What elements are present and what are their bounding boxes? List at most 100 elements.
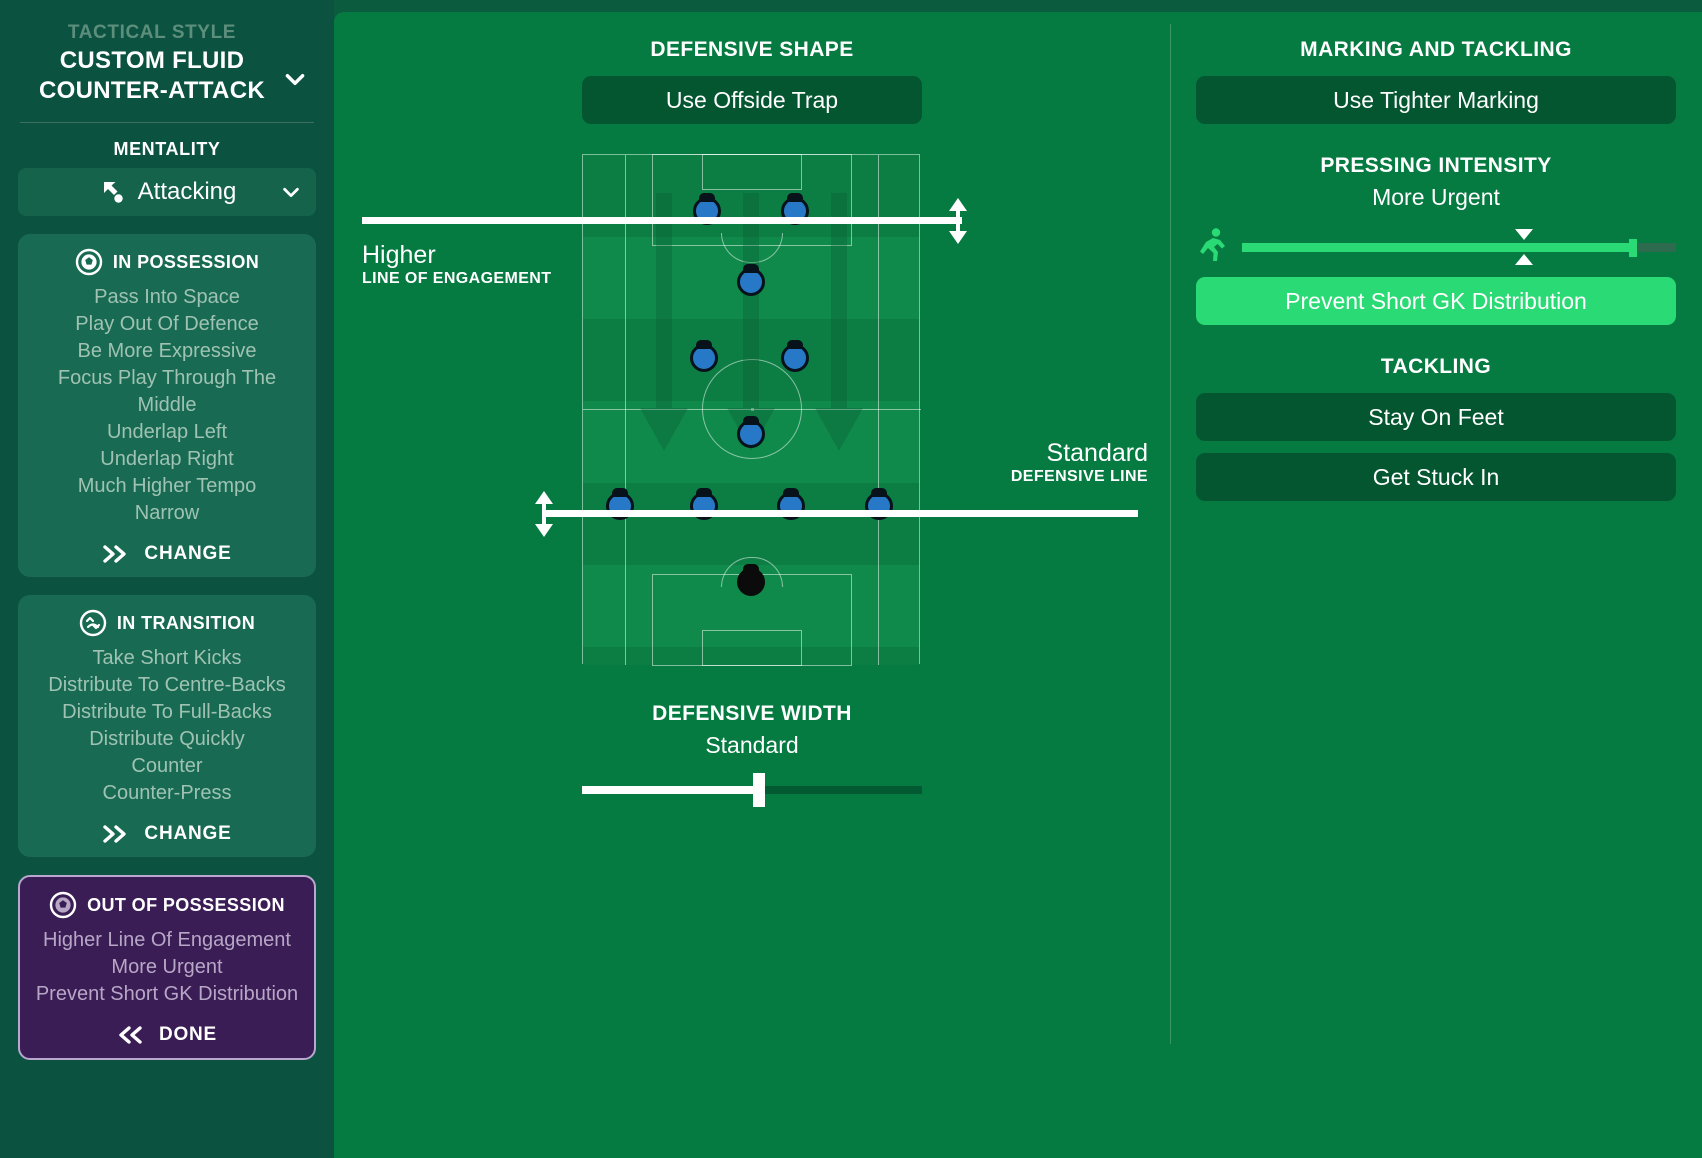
double-chevron-right-icon: [102, 824, 130, 844]
goalkeeper-token[interactable]: [737, 563, 765, 596]
prevent-short-gk-distribution-button[interactable]: Prevent Short GK Distribution: [1196, 277, 1676, 325]
pitch-diagram[interactable]: [582, 154, 921, 666]
tactical-style-kicker: TACTICAL STYLE: [67, 22, 237, 43]
six-yard-box-top: [702, 154, 802, 190]
chevron-down-icon[interactable]: [282, 66, 308, 92]
double-chevron-right-icon: [102, 544, 130, 564]
tactics-screen: TACTICAL STYLE CUSTOM FLUID COUNTER-ATTA…: [0, 0, 1702, 1158]
panel-in-possession: IN POSSESSION Pass Into Space Play Out O…: [18, 234, 316, 577]
defensive-width-slider[interactable]: [582, 773, 922, 807]
pitch-line-vertical-right: [878, 155, 879, 665]
list-item: Take Short Kicks: [92, 647, 242, 669]
get-stuck-in-button[interactable]: Get Stuck In: [1196, 453, 1676, 501]
defensive-line-handle[interactable]: [532, 491, 556, 537]
slider-handle-end[interactable]: [1628, 239, 1637, 257]
panel-title: IN POSSESSION: [112, 251, 260, 272]
player-token[interactable]: [737, 264, 765, 296]
slider-fill: [582, 786, 759, 794]
change-label: CHANGE: [144, 543, 232, 564]
line-of-engagement-caption: LINE OF ENGAGEMENT: [362, 270, 552, 287]
player-token[interactable]: [780, 340, 809, 373]
line-of-engagement-label: Higher LINE OF ENGAGEMENT: [362, 240, 551, 288]
ball-icon: [75, 248, 103, 276]
change-label: CHANGE: [144, 823, 232, 844]
player-token[interactable]: [737, 416, 765, 449]
defensive-line-label: Standard DEFENSIVE LINE: [828, 438, 1148, 486]
change-in-possession-button[interactable]: CHANGE: [28, 543, 306, 565]
tackling-title: TACKLING: [1380, 355, 1492, 378]
list-item: Distribute Quickly: [89, 728, 245, 750]
defensive-width-title: DEFENSIVE WIDTH: [652, 702, 852, 725]
mentality-value: Attacking: [137, 178, 237, 205]
shape-arrow-right-icon: [813, 193, 865, 453]
panel-out-of-possession: OUT OF POSSESSION Higher Line Of Engagem…: [18, 875, 316, 1060]
change-in-transition-button[interactable]: CHANGE: [28, 823, 306, 845]
list-item: Focus Play Through The Middle: [57, 367, 277, 416]
list-item: Higher Line Of Engagement: [43, 929, 291, 951]
defensive-line-marker[interactable]: [542, 510, 1138, 517]
mentality-label: MENTALITY: [113, 139, 221, 159]
line-of-engagement-value: Higher: [362, 241, 436, 269]
pitch-line-vertical-left: [625, 155, 626, 665]
sidebar-divider: [20, 122, 314, 123]
panel-header: IN TRANSITION: [28, 609, 306, 637]
line-of-engagement-marker[interactable]: [362, 217, 962, 224]
tactical-style-title-line2: COUNTER-ATTACK: [39, 77, 265, 104]
panel-header: IN POSSESSION: [28, 248, 306, 276]
panel-item-list: Higher Line Of Engagement More Urgent Pr…: [30, 927, 304, 1008]
list-item: Distribute To Centre-Backs: [48, 674, 286, 696]
list-item: Narrow: [134, 502, 200, 524]
pressing-intensity-value: More Urgent: [1372, 184, 1500, 210]
marking-tackling-panel: MARKING AND TACKLING Use Tighter Marking…: [1170, 12, 1702, 1158]
panel-item-list: Take Short Kicks Distribute To Centre-Ba…: [28, 645, 306, 807]
six-yard-box-bottom: [702, 630, 802, 666]
line-of-engagement-handle[interactable]: [946, 198, 970, 244]
defensive-shape-header: DEFENSIVE SHAPE Use Offside Trap: [334, 38, 1170, 124]
list-item: Play Out Of Defence: [75, 313, 259, 335]
panel-divider: [1170, 24, 1171, 1044]
done-button[interactable]: DONE: [30, 1024, 304, 1046]
list-item: Much Higher Tempo: [77, 475, 257, 497]
list-item: Counter: [131, 755, 203, 777]
double-chevron-left-icon: [117, 1025, 145, 1045]
list-item: Pass Into Space: [94, 286, 240, 308]
slider-track-wrap[interactable]: [1242, 223, 1676, 271]
slider-fill: [1242, 243, 1633, 252]
player-token[interactable]: [689, 340, 718, 373]
list-item: Underlap Left: [106, 421, 228, 443]
defensive-width-value: Standard: [705, 732, 799, 758]
attacking-arrow-icon: [98, 178, 126, 206]
list-item: More Urgent: [111, 956, 223, 978]
running-player-icon: [1196, 227, 1230, 267]
defensive-line-value: Standard: [1046, 439, 1148, 467]
slider-marker-up-icon[interactable]: [1515, 229, 1534, 240]
use-offside-trap-button[interactable]: Use Offside Trap: [582, 76, 922, 124]
done-label: DONE: [158, 1024, 218, 1045]
panel-title: OUT OF POSSESSION: [87, 894, 285, 915]
pressing-intensity-title: PRESSING INTENSITY: [1320, 154, 1552, 177]
mentality-selector[interactable]: Attacking: [18, 168, 316, 216]
panel-in-transition: IN TRANSITION Take Short Kicks Distribut…: [18, 595, 316, 857]
shape-arrow-centre-icon: [725, 193, 777, 453]
chevron-down-icon[interactable]: [280, 181, 302, 203]
list-item: Distribute To Full-Backs: [62, 701, 272, 723]
tactical-style-title-line1: CUSTOM FLUID: [59, 47, 245, 74]
pressing-intensity-slider[interactable]: [1196, 223, 1676, 271]
panel-header: OUT OF POSSESSION: [30, 891, 304, 919]
list-item: Prevent Short GK Distribution: [35, 983, 299, 1005]
ball-icon: [49, 891, 77, 919]
shape-arrow-left-icon: [638, 193, 690, 453]
list-item: Counter-Press: [102, 782, 232, 804]
panel-title: IN TRANSITION: [116, 612, 256, 633]
defensive-line-caption: DEFENSIVE LINE: [1010, 468, 1148, 485]
transition-icon: [79, 609, 107, 637]
panel-item-list: Pass Into Space Play Out Of Defence Be M…: [28, 284, 306, 527]
tactical-style-block[interactable]: TACTICAL STYLE CUSTOM FLUID COUNTER-ATTA…: [18, 14, 316, 116]
slider-marker-down-icon[interactable]: [1515, 254, 1534, 265]
stay-on-feet-button[interactable]: Stay On Feet: [1196, 393, 1676, 441]
use-tighter-marking-button[interactable]: Use Tighter Marking: [1196, 76, 1676, 124]
defensive-shape-title: DEFENSIVE SHAPE: [650, 38, 854, 61]
marking-and-tackling-title: MARKING AND TACKLING: [1300, 38, 1572, 61]
slider-handle[interactable]: [752, 773, 765, 807]
list-item: Underlap Right: [100, 448, 234, 470]
